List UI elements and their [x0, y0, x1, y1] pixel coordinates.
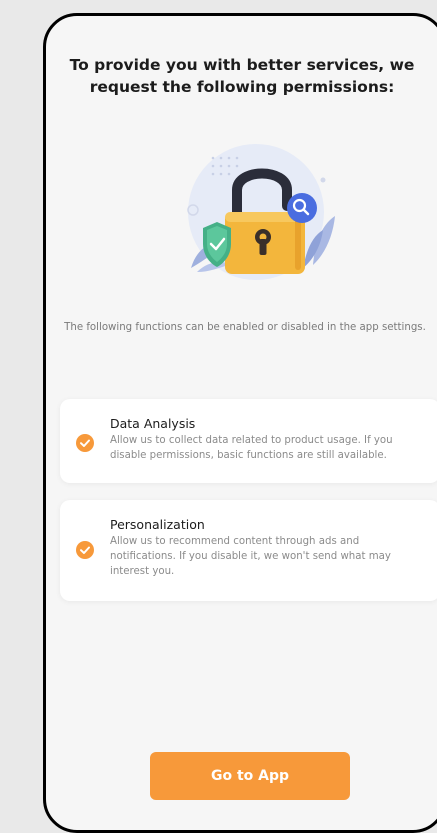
- checkbox-checked-icon[interactable]: [76, 541, 94, 559]
- padlock-illustration: [163, 140, 339, 288]
- permission-description: Allow us to collect data related to prod…: [110, 435, 393, 461]
- permission-card-personalization[interactable]: Personalization Allow us to recommend co…: [60, 500, 437, 601]
- settings-note: The following functions can be enabled o…: [64, 322, 426, 333]
- permission-description: Allow us to recommend content through ad…: [110, 536, 391, 577]
- permission-title: Data Analysis: [110, 416, 196, 431]
- page-title: To provide you with better services, we …: [69, 56, 415, 96]
- permission-title: Personalization: [110, 517, 205, 532]
- permission-card-data-analysis[interactable]: Data Analysis Allow us to collect data r…: [60, 399, 437, 483]
- go-to-app-button[interactable]: Go to App: [150, 752, 350, 800]
- checkbox-checked-icon[interactable]: [76, 434, 94, 452]
- phone-frame: To provide you with better services, we …: [43, 13, 437, 833]
